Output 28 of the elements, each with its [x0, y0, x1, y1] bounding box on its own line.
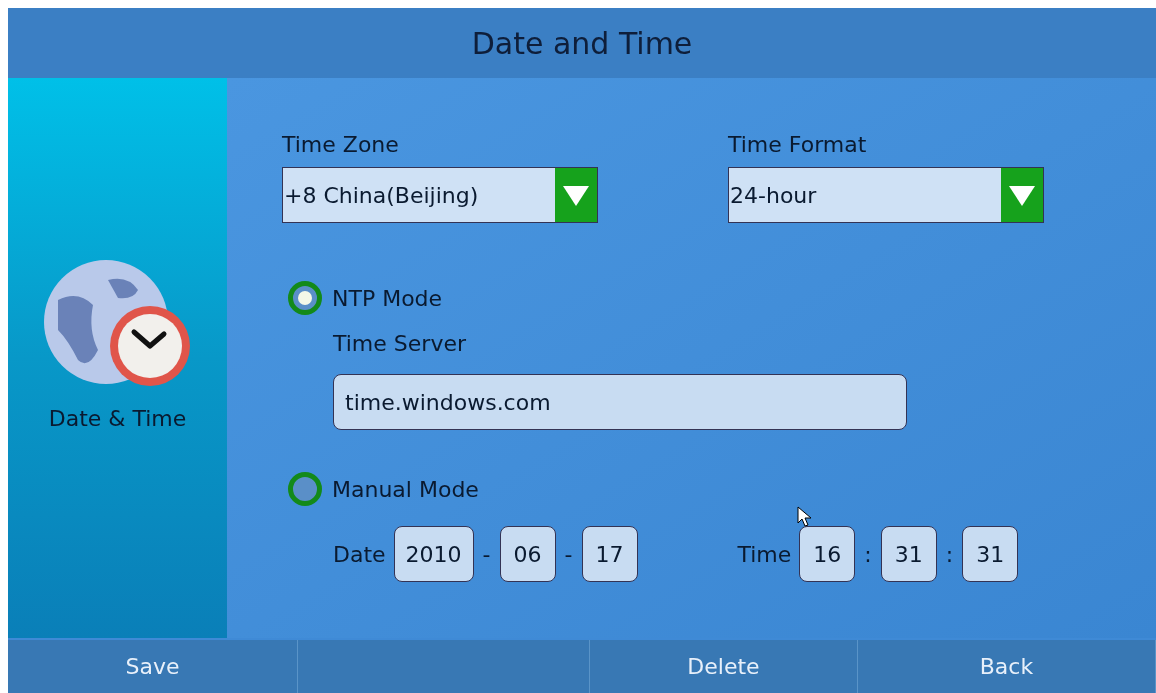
time-input[interactable]: 31 [962, 526, 1019, 582]
separator-text: - [563, 540, 574, 569]
field-label: Time [737, 540, 792, 569]
time-input[interactable]: 16 [799, 526, 856, 582]
date-input[interactable]: 17 [581, 526, 638, 582]
radio-label: Manual Mode [332, 475, 479, 504]
field-label: Time Format [728, 131, 868, 159]
field-label: Time Server [333, 330, 467, 358]
time-format-dropdown[interactable]: 24-hour [728, 167, 1044, 223]
softkey-button[interactable]: Save [8, 640, 298, 693]
radio-button[interactable] [288, 281, 322, 315]
softkey-button[interactable]: Delete [590, 640, 858, 693]
field-label: Time Zone [282, 131, 400, 159]
time-input[interactable]: 31 [880, 526, 937, 582]
date-input[interactable]: 06 [499, 526, 556, 582]
time-server-field[interactable]: time.windows.com [333, 374, 907, 430]
softkey-button[interactable]: Back [858, 640, 1156, 693]
sidebar-label: Date & Time [48, 405, 187, 433]
separator-text: : [863, 540, 873, 569]
time-zone-dropdown[interactable]: +8 China(Beijing) [282, 167, 598, 223]
field-label: Date [333, 540, 386, 569]
pointer-cursor-icon [797, 506, 813, 528]
separator-text: : [944, 540, 955, 569]
date-input[interactable]: 2010 [393, 526, 474, 582]
separator-text: - [481, 540, 492, 569]
window-title: Date and Time [471, 24, 693, 63]
radio-button[interactable] [288, 472, 322, 506]
radio-label: NTP Mode [332, 284, 443, 313]
